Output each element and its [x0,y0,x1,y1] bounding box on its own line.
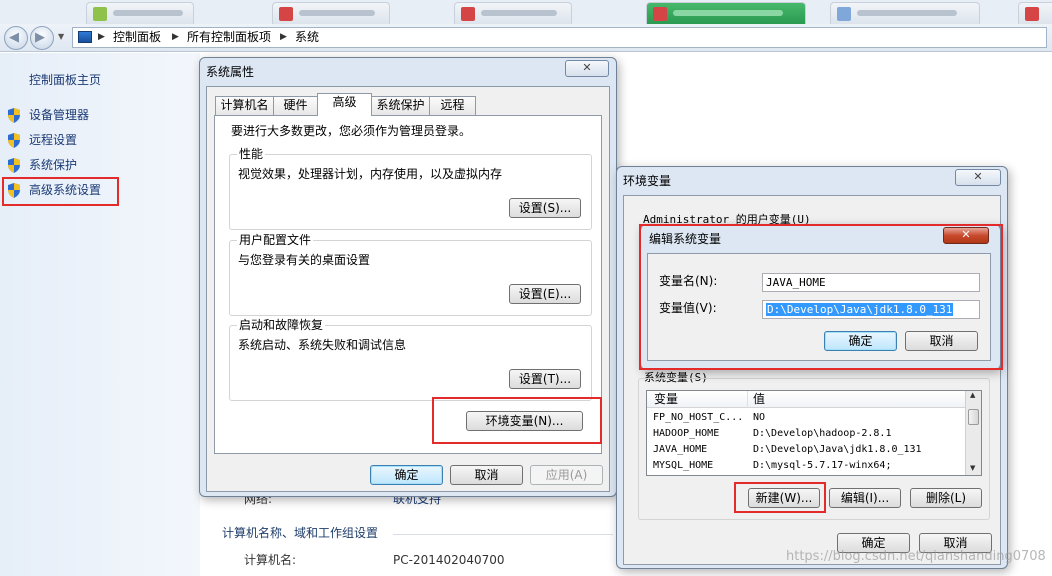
group-description: 与您登录有关的桌面设置 [238,253,371,267]
back-arrow-icon: ◀ [9,30,19,45]
tab-strip: 计算机名 硬件 高级 系统保护 远程 [215,93,601,116]
performance-settings-button[interactable]: 设置(S)... [509,198,581,218]
edit-variable-button[interactable]: 编辑(I)... [829,488,901,508]
computer-name-label: 计算机名: [244,553,297,567]
scroll-thumb[interactable] [968,409,979,425]
recent-pages-chevron-icon[interactable]: ▼ [58,32,64,41]
breadcrumb-system[interactable]: 系统 [295,30,319,45]
close-icon: ✕ [973,170,983,183]
row-name: FP_NO_HOST_C... [653,412,744,423]
row-name: HADOOP_HOME [653,428,720,439]
browser-tab[interactable] [1018,2,1052,24]
highlight-box [432,397,602,444]
dialog-title: 环境变量 [623,174,672,188]
remote-settings-link[interactable]: 远程设置 [29,133,77,148]
breadcrumb-all-items[interactable]: 所有控制面板项 [187,30,271,45]
delete-variable-button[interactable]: 删除(L) [910,488,982,508]
computer-name-section-title: 计算机名称、域和工作组设置 [222,526,379,540]
list-row[interactable]: MYSQL_HOME D:\mysql-5.7.17-winx64; [647,458,967,473]
computer-name-value: PC-201402040700 [393,553,505,567]
row-name: JAVA_HOME [653,444,708,455]
watermark: https://blog.csdn.net/qianshanding0708 [786,549,1046,564]
scroll-up-icon[interactable]: ▲ [970,391,975,399]
control-panel-home-link[interactable]: 控制面板主页 [29,73,101,88]
breadcrumb-separator-icon[interactable]: ▶ [98,30,105,45]
section-divider [393,534,613,535]
ok-button[interactable]: 确定 [370,465,443,485]
breadcrumb-separator-icon[interactable]: ▶ [280,30,287,45]
startup-recovery-group: 启动和故障恢复 系统启动、系统失败和调试信息 设置(T)... [229,318,592,401]
apply-button[interactable]: 应用(A) [530,465,603,485]
tab-remote[interactable]: 远程 [429,96,476,115]
list-row[interactable]: HADOOP_HOME D:\Develop\hadoop-2.8.1 [647,426,967,441]
user-profiles-settings-button[interactable]: 设置(E)... [509,284,581,304]
row-value: D:\Develop\Java\jdk1.8.0_131 [753,444,922,455]
list-row[interactable]: JAVA_HOME D:\Develop\Java\jdk1.8.0_131 [647,442,967,457]
column-header-variable[interactable]: 变量 [654,391,678,407]
system-protection-link[interactable]: 系统保护 [29,158,77,173]
left-task-pane: 控制面板主页 设备管理器 远程设置 系统保护 高级系统设置 [0,53,200,576]
list-row[interactable]: FP_NO_HOST_C... NO [647,410,967,425]
highlight-box [2,177,119,206]
highlight-box [734,482,826,513]
close-icon: ✕ [582,61,592,74]
control-panel-icon [78,31,92,43]
browser-tab-strip [0,0,1052,24]
tab-advanced[interactable]: 高级 [317,93,372,116]
column-header-value[interactable]: 值 [753,391,765,407]
system-variables-list[interactable]: 变量 值 FP_NO_HOST_C... NO HADOOP_HOME D:\D… [646,390,982,476]
admin-note: 要进行大多数更改，您必须作为管理员登录。 [231,124,472,138]
group-description: 视觉效果，处理器计划，内存使用，以及虚拟内存 [238,167,503,181]
address-bar-row: ◀ ▶ ▼ ▶ 控制面板 ▶ 所有控制面板项 ▶ 系统 [0,24,1052,52]
user-profiles-group: 用户配置文件 与您登录有关的桌面设置 设置(E)... [229,233,592,316]
startup-settings-button[interactable]: 设置(T)... [509,369,581,389]
uac-shield-icon [8,158,20,173]
cancel-button[interactable]: 取消 [450,465,523,485]
row-value: NO [753,412,766,423]
breadcrumb-control-panel[interactable]: 控制面板 [113,30,161,45]
row-value: D:\Develop\hadoop-2.8.1 [753,428,892,439]
highlight-box [639,224,1003,370]
group-title: 性能 [237,147,266,162]
uac-shield-icon [8,133,20,148]
group-title: 启动和故障恢复 [237,318,326,333]
tab-hardware[interactable]: 硬件 [273,96,318,115]
performance-group: 性能 视觉效果，处理器计划，内存使用，以及虚拟内存 设置(S)... [229,147,592,230]
browser-tab[interactable] [272,2,390,24]
uac-shield-icon [8,108,20,123]
browser-tab[interactable] [454,2,572,24]
tab-computer-name[interactable]: 计算机名 [215,96,274,115]
column-divider[interactable] [747,391,748,408]
tab-system-protection[interactable]: 系统保护 [371,96,430,115]
group-description: 系统启动、系统失败和调试信息 [238,338,407,352]
row-value: D:\mysql-5.7.17-winx64; [753,460,892,471]
forward-arrow-icon: ▶ [35,30,45,45]
address-field[interactable]: ▶ 控制面板 ▶ 所有控制面板项 ▶ 系统 [72,27,1047,48]
browser-tab[interactable] [86,2,194,24]
device-manager-link[interactable]: 设备管理器 [29,108,89,123]
vertical-scrollbar[interactable]: ▲ ▼ [965,391,981,475]
dialog-title: 系统属性 [206,65,255,79]
back-button[interactable]: ◀ [4,26,28,50]
scroll-down-icon[interactable]: ▼ [970,464,975,472]
browser-tab[interactable] [830,2,980,24]
breadcrumb-separator-icon[interactable]: ▶ [172,30,179,45]
group-title: 用户配置文件 [237,233,314,248]
browser-tab-active[interactable] [646,2,806,24]
row-name: MYSQL_HOME [653,460,714,471]
forward-button[interactable]: ▶ [30,26,54,50]
list-header: 变量 值 [647,391,967,408]
close-button[interactable]: ✕ [565,60,609,77]
close-button[interactable]: ✕ [955,169,1001,186]
